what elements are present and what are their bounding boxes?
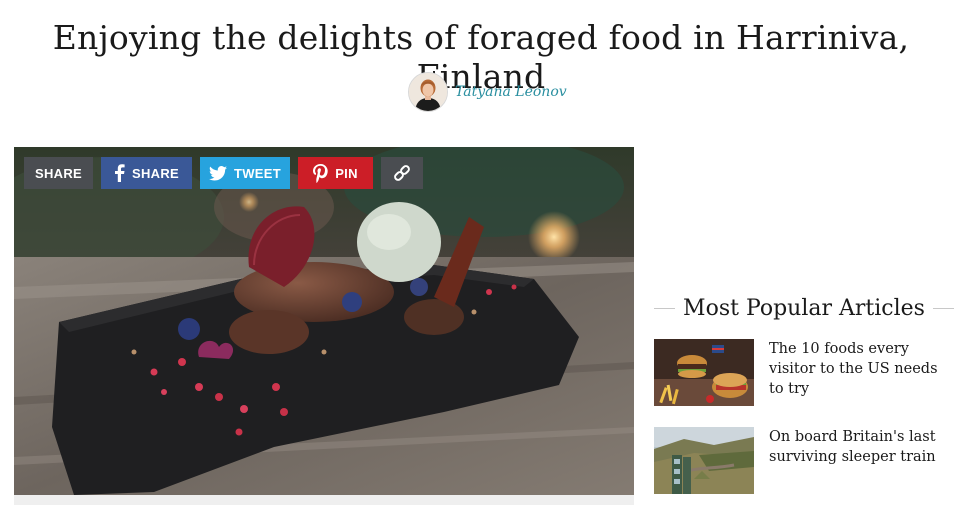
heading-rule-left <box>654 307 676 309</box>
popular-article-title[interactable]: The 10 foods every visitor to the US nee… <box>769 339 955 406</box>
twitter-share-button[interactable]: TWEET <box>200 157 290 189</box>
popular-article-title[interactable]: On board Britain's last surviving sleepe… <box>769 427 955 494</box>
most-popular-title: Most Popular Articles <box>683 295 925 321</box>
share-button-label: SHARE <box>34 165 82 181</box>
content-divider <box>14 495 634 505</box>
most-popular-heading: Most Popular Articles <box>654 292 955 324</box>
pinterest-share-label: PIN <box>335 165 358 181</box>
popular-article-item[interactable]: The 10 foods every visitor to the US nee… <box>654 339 955 406</box>
share-bar: SHARE SHARE TWEET PIN <box>24 157 423 189</box>
author-link[interactable]: Tatyana Leonov <box>455 84 567 100</box>
copy-link-button[interactable] <box>381 157 423 189</box>
facebook-share-label: SHARE <box>131 165 179 181</box>
hero-image <box>14 147 634 495</box>
link-icon <box>392 163 412 183</box>
author-avatar[interactable] <box>408 72 448 112</box>
pinterest-share-button[interactable]: PIN <box>298 157 373 189</box>
heading-rule-right <box>932 307 955 309</box>
popular-article-thumbnail[interactable] <box>654 427 754 494</box>
popular-article-item[interactable]: On board Britain's last surviving sleepe… <box>654 427 955 494</box>
share-button[interactable]: SHARE <box>24 157 93 189</box>
byline: Tatyana Leonov <box>408 72 567 112</box>
twitter-icon <box>209 165 227 181</box>
twitter-share-label: TWEET <box>234 165 281 181</box>
popular-article-thumbnail[interactable] <box>654 339 754 406</box>
facebook-icon <box>114 164 125 182</box>
pinterest-icon <box>313 163 328 183</box>
facebook-share-button[interactable]: SHARE <box>101 157 192 189</box>
